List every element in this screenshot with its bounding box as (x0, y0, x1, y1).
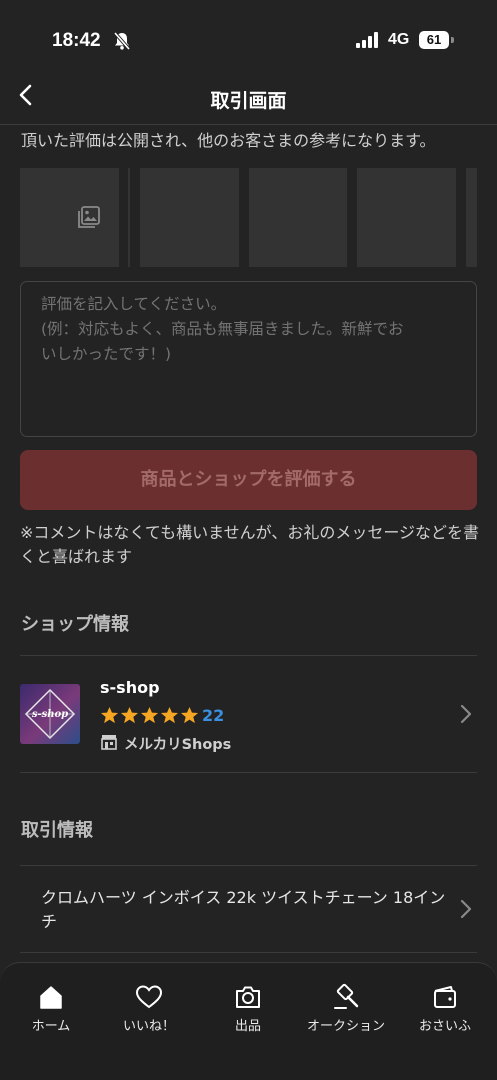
star-icon (120, 706, 139, 724)
signal-icon (356, 32, 378, 48)
star-icon (140, 706, 159, 724)
star-icon (160, 706, 179, 724)
submit-review-button[interactable]: 商品とショップを評価する (20, 450, 477, 510)
shop-rating-stars (100, 706, 199, 725)
tab-label: オークション (306, 1019, 385, 1034)
wallet-icon (434, 986, 456, 1008)
shop-info-heading: ショップ情報 (21, 614, 129, 635)
item-title: クロムハーツ インボイス 22k ツイストチェーン 18インチ (41, 888, 446, 931)
home-icon (40, 986, 62, 1009)
photo-slot[interactable] (249, 168, 347, 267)
tab-label: おさいふ (418, 1019, 471, 1034)
bell-muted-icon (113, 31, 131, 51)
comment-note: ※コメントはなくても構いませんが、お礼のメッセージなどを書くと喜ばれます (20, 523, 480, 566)
placeholder-line: (例：対応もよく、商品も無事届きました。新鮮でお (41, 320, 404, 338)
review-comment-input[interactable]: 評価を記入してください。 (例：対応もよく、商品も無事届きました。新鮮でお いし… (20, 281, 477, 437)
divider (20, 772, 477, 773)
photo-slot[interactable] (140, 168, 239, 267)
page-title: 取引画面 (210, 90, 287, 112)
status-time: 18:42 (52, 30, 101, 51)
shop-logo-text: s-shop (32, 709, 68, 720)
network-type: 4G (388, 31, 410, 48)
placeholder-line: いしかったです！) (41, 345, 172, 363)
status-bar: 18:42 4G 61 (0, 0, 497, 80)
battery-cap (451, 37, 454, 43)
shop-name: s-shop (100, 678, 160, 697)
nav-header: 取引画面 (0, 70, 497, 125)
divider (20, 952, 477, 953)
photo-divider (128, 168, 130, 267)
transaction-info-heading: 取引情報 (21, 820, 93, 841)
review-intro-text: 頂いた評価は公開され、他のお客さまの参考になります。 (21, 131, 436, 150)
shop-logo: s-shop (20, 684, 80, 744)
gavel-icon (334, 983, 359, 1009)
tab-likes[interactable]: いいね！ (99, 983, 199, 1039)
star-icon (100, 706, 119, 724)
placeholder-line: 評価を記入してください。 (41, 295, 227, 313)
tab-auction[interactable]: オークション (296, 983, 396, 1039)
add-photo-slot[interactable] (20, 168, 119, 267)
star-icon (180, 706, 199, 724)
photo-slot[interactable] (357, 168, 456, 267)
battery-level: 61 (419, 31, 449, 49)
divider (20, 865, 477, 866)
divider (20, 655, 477, 656)
photo-slot[interactable] (466, 168, 477, 267)
image-icon (78, 206, 100, 228)
chevron-right-icon (460, 899, 472, 919)
chevron-right-icon (460, 704, 472, 724)
heart-icon (135, 985, 163, 1009)
shop-type-label: メルカリShops (124, 737, 232, 753)
tab-label: いいね！ (122, 1019, 175, 1034)
tab-sell[interactable]: 出品 (198, 983, 298, 1039)
tab-home[interactable]: ホーム (1, 983, 101, 1039)
bottom-tab-bar: ホーム いいね！ 出品 オークション おさいふ (0, 962, 497, 1080)
tab-label: 出品 (234, 1019, 261, 1034)
shop-logo-graphic: s-shop (24, 688, 76, 740)
store-icon (101, 735, 117, 750)
camera-icon (236, 986, 260, 1008)
tab-wallet[interactable]: おさいふ (395, 983, 495, 1039)
tab-label: ホーム (31, 1019, 71, 1034)
shop-review-count[interactable]: 22 (202, 706, 224, 725)
